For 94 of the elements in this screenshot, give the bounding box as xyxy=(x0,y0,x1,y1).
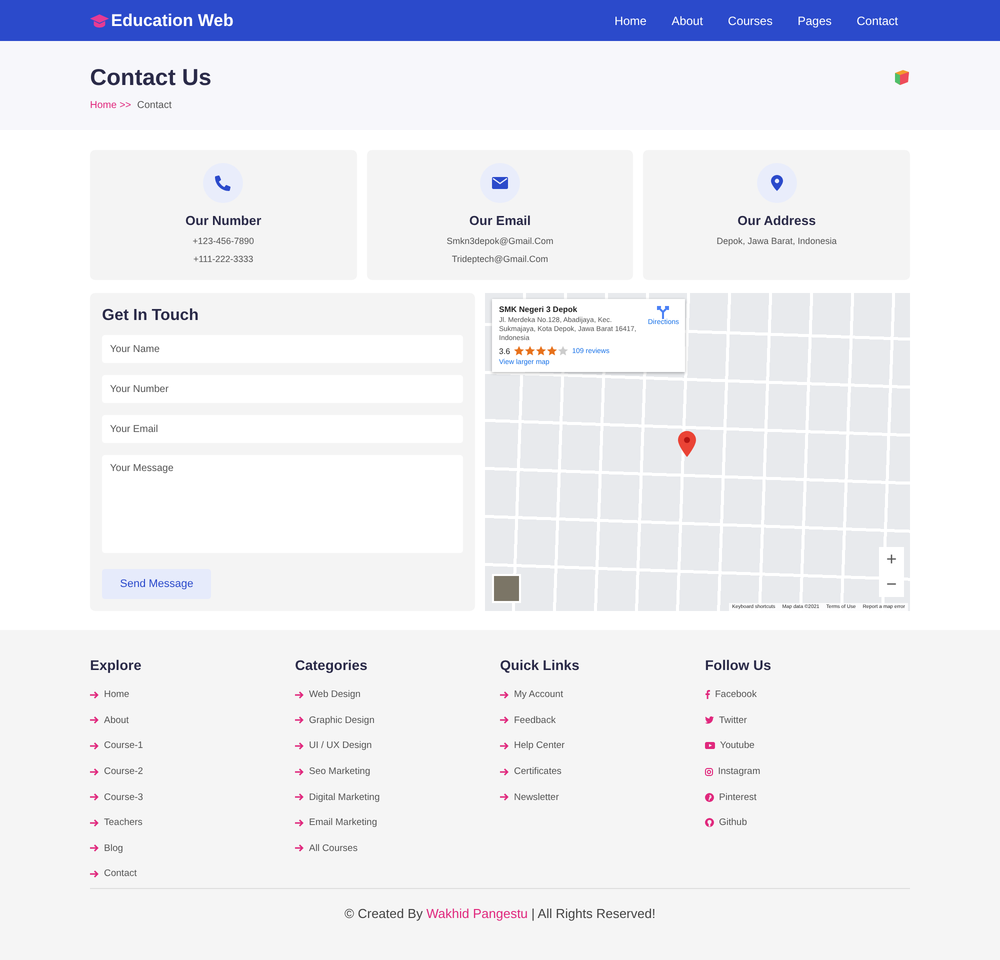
footer-link[interactable]: Facebook xyxy=(705,682,757,708)
nav-link[interactable]: About xyxy=(672,12,703,30)
arrow-right-icon xyxy=(90,742,99,750)
arrow-right-icon xyxy=(295,818,304,827)
author-link[interactable]: Wakhid Pangestu xyxy=(426,906,528,921)
arrow-right-icon xyxy=(500,690,509,699)
footer-link[interactable]: Web Design xyxy=(295,682,361,708)
phone-icon xyxy=(215,175,232,191)
footer-link[interactable]: Twitter xyxy=(705,708,747,734)
star-icon xyxy=(525,346,536,356)
footer-link[interactable]: Home xyxy=(90,682,130,708)
directions-icon xyxy=(656,305,670,319)
breadcrumb-current: Contact xyxy=(137,100,172,111)
footer-link[interactable]: All Courses xyxy=(295,836,358,862)
breadcrumb-link[interactable]: Home >> xyxy=(90,100,132,111)
footer-link[interactable]: Feedback xyxy=(500,708,556,734)
cube-icon xyxy=(894,70,910,85)
footer-link[interactable]: Youtube xyxy=(705,733,755,759)
input-field[interactable]: Your Number xyxy=(102,375,463,404)
facebook-icon xyxy=(705,690,710,700)
footer-link[interactable]: UI / UX Design xyxy=(295,733,372,759)
map-marker-icon xyxy=(678,431,696,457)
star-icon xyxy=(514,346,524,356)
footer-link[interactable]: Certificates xyxy=(500,758,562,784)
youtube-icon xyxy=(705,742,715,750)
arrow-right-icon xyxy=(295,742,304,750)
footer-link[interactable]: My Account xyxy=(500,682,564,708)
star-icon xyxy=(558,346,568,356)
card-title: Our Number xyxy=(185,213,262,228)
footer-heading: Follow Us xyxy=(705,657,772,673)
card-text: Smkn3depok@Gmail.Com xyxy=(446,236,554,246)
nav-link[interactable]: Pages xyxy=(798,12,832,30)
place-name: SMK Negeri 3 Depok xyxy=(499,305,578,314)
footer-link[interactable]: Blog xyxy=(90,836,124,862)
brand-logo[interactable]: Education Web xyxy=(90,10,234,30)
footer-link[interactable]: Newsletter xyxy=(500,784,559,810)
page-title: Contact Us xyxy=(90,64,212,91)
card-text: Depok, Jawa Barat, Indonesia xyxy=(716,236,837,246)
arrow-right-icon xyxy=(90,870,99,878)
footer-link[interactable]: Course-3 xyxy=(90,784,144,810)
arrow-right-icon xyxy=(90,690,99,699)
arrow-right-icon xyxy=(90,716,99,724)
arrow-right-icon xyxy=(90,844,99,852)
arrow-right-icon xyxy=(500,768,509,776)
card-text: +111-222-3333 xyxy=(193,254,254,264)
arrow-right-icon xyxy=(90,793,99,802)
footer-link[interactable]: About xyxy=(90,708,129,734)
footer-link[interactable]: Course-1 xyxy=(90,733,144,759)
footer-link[interactable]: Email Marketing xyxy=(295,810,378,836)
footer-link[interactable]: Pinterest xyxy=(705,784,756,810)
twitter-bird-icon xyxy=(705,716,714,724)
arrow-right-icon xyxy=(295,768,304,776)
arrow-right-icon xyxy=(295,716,304,724)
instagram-icon xyxy=(705,768,713,776)
nav-link[interactable]: Courses xyxy=(728,12,773,30)
footer-link[interactable]: Digital Marketing xyxy=(295,784,380,810)
graduation-cap-icon xyxy=(90,14,109,28)
nav-link[interactable]: Contact xyxy=(856,12,898,30)
arrow-right-icon xyxy=(500,742,509,750)
message-field[interactable]: Your Message xyxy=(102,455,463,553)
form-title: Get In Touch xyxy=(102,307,200,325)
arrow-right-icon xyxy=(295,844,304,852)
footer-heading: Quick Links xyxy=(500,657,580,673)
input-field[interactable]: Your Email xyxy=(102,415,463,444)
arrow-right-icon xyxy=(500,793,509,802)
card-title: Our Email xyxy=(469,213,531,228)
card-text: Trideptech@Gmail.Com xyxy=(452,254,548,264)
arrow-right-icon xyxy=(90,818,99,827)
rating-value: 3.6 xyxy=(499,346,510,356)
arrow-right-icon xyxy=(295,793,304,802)
arrow-right-icon xyxy=(295,690,304,699)
footer-link[interactable]: Instagram xyxy=(705,758,760,784)
star-icon xyxy=(536,346,546,356)
nav-link[interactable]: Home xyxy=(614,12,647,30)
envelope-icon xyxy=(492,177,508,189)
card-title: Our Address xyxy=(738,213,816,228)
footer-link[interactable]: Help Center xyxy=(500,733,565,759)
footer-link[interactable]: Github xyxy=(705,810,747,836)
arrow-right-icon xyxy=(500,716,509,724)
satellite-thumbnail xyxy=(492,574,521,603)
copyright-text: © Created By Wakhid Pangestu | All Rights Reserved! xyxy=(344,906,656,921)
location-pin-icon xyxy=(770,175,783,191)
footer-link[interactable]: Graphic Design xyxy=(295,708,374,734)
footer-link[interactable]: Course-2 xyxy=(90,758,144,784)
star-icon xyxy=(547,346,558,356)
footer-link[interactable]: Seo Marketing xyxy=(295,758,370,784)
footer-heading: Explore xyxy=(90,657,142,673)
input-field[interactable]: Your Name xyxy=(102,335,463,364)
card-text: +123-456-7890 xyxy=(192,236,254,246)
footer-link[interactable]: Contact xyxy=(90,861,137,887)
footer-heading: Categories xyxy=(295,657,368,673)
arrow-right-icon xyxy=(90,768,99,776)
footer-link[interactable]: Teachers xyxy=(90,810,143,836)
send-button[interactable]: Send Message xyxy=(102,569,212,599)
